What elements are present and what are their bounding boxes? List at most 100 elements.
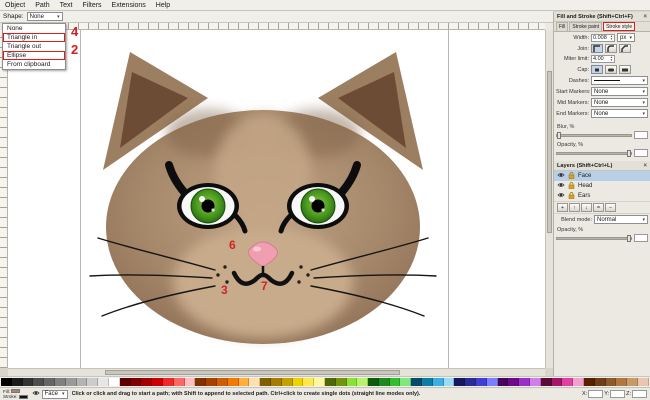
vertical-ruler[interactable] [0, 30, 8, 368]
palette-swatch[interactable] [497, 378, 509, 386]
current-layer-select[interactable]: Face ▾ [41, 389, 68, 399]
palette-swatch[interactable] [335, 378, 347, 386]
duplicate-layer-button[interactable]: = [593, 203, 604, 212]
palette-swatch[interactable] [314, 378, 325, 386]
join-miter-button[interactable] [591, 44, 603, 53]
blur-slider[interactable] [556, 131, 632, 139]
palette-swatch[interactable] [108, 378, 120, 386]
palette-swatch[interactable] [584, 378, 595, 386]
palette-swatch[interactable] [508, 378, 520, 386]
menu-path[interactable]: Path [35, 2, 49, 9]
palette-swatch[interactable] [465, 378, 477, 386]
layer-row-ears[interactable]: Ears [554, 191, 650, 201]
palette-swatch[interactable] [422, 378, 433, 386]
eye-icon[interactable] [31, 390, 40, 398]
palette-swatch[interactable] [184, 378, 196, 386]
palette-swatch[interactable] [594, 378, 606, 386]
palette-swatch[interactable] [573, 378, 585, 386]
width-spinbox[interactable]: 0.008 ▲ ▼ [591, 33, 615, 42]
spinner-arrows-icon[interactable]: ▲ ▼ [610, 35, 613, 40]
layer-row-head[interactable]: Head [554, 181, 650, 191]
width-unit-select[interactable]: px ▾ [617, 33, 635, 42]
menu-help[interactable]: Help [156, 2, 170, 9]
horizontal-scrollbar[interactable] [8, 368, 545, 376]
mid-markers-select[interactable]: None ▾ [591, 98, 648, 107]
palette-swatch[interactable] [551, 378, 563, 386]
palette-swatch[interactable] [216, 378, 228, 386]
delete-layer-button[interactable]: − [605, 203, 616, 212]
blend-mode-select[interactable]: Normal ▾ [594, 215, 648, 224]
palette-swatch[interactable] [98, 378, 109, 386]
palette-swatch[interactable] [411, 378, 423, 386]
layers-opacity-slider-thumb[interactable] [627, 234, 631, 242]
palette-swatch[interactable] [119, 378, 131, 386]
eye-icon[interactable] [557, 172, 565, 180]
palette-swatch[interactable] [206, 378, 217, 386]
fs-opacity-slider-thumb[interactable] [627, 149, 631, 157]
fill-color-swatch[interactable] [11, 389, 21, 394]
horizontal-scrollbar-thumb[interactable] [104, 370, 400, 375]
palette-swatch[interactable] [173, 378, 185, 386]
menu-item-ellipse[interactable]: Ellipse [3, 51, 65, 60]
lock-icon[interactable] [568, 191, 575, 201]
palette-swatch[interactable] [324, 378, 336, 386]
menu-item-none[interactable]: None [3, 24, 65, 33]
palette-swatch[interactable] [249, 378, 261, 386]
palette-swatch[interactable] [65, 378, 77, 386]
menu-text[interactable]: Text [60, 2, 73, 9]
fs-opacity-value-box[interactable] [634, 149, 648, 157]
cap-round-button[interactable] [605, 65, 617, 74]
close-icon[interactable]: × [643, 14, 647, 20]
add-layer-button[interactable]: + [557, 203, 568, 212]
palette-swatch[interactable] [195, 378, 207, 386]
palette-swatch[interactable] [270, 378, 282, 386]
lock-icon[interactable] [568, 181, 575, 191]
blur-value-box[interactable] [634, 131, 648, 139]
palette-swatch[interactable] [1, 378, 12, 386]
palette-swatch[interactable] [378, 378, 390, 386]
palette-swatch[interactable] [368, 378, 379, 386]
join-bevel-button[interactable] [619, 44, 631, 53]
layer-row-face[interactable]: Face [554, 171, 650, 181]
palette-swatch[interactable] [627, 378, 639, 386]
shape-select[interactable]: None ▾ [26, 12, 63, 21]
palette-swatch[interactable] [476, 378, 487, 386]
palette-swatch[interactable] [638, 378, 649, 386]
palette-swatch[interactable] [141, 378, 153, 386]
vertical-scrollbar-thumb[interactable] [547, 70, 552, 233]
tab-stroke-paint[interactable]: Stroke paint [569, 22, 603, 31]
palette-swatch[interactable] [227, 378, 239, 386]
stroke-color-swatch[interactable] [18, 394, 28, 399]
palette-swatch[interactable] [54, 378, 66, 386]
palette-swatch[interactable] [389, 378, 401, 386]
miter-limit-spinbox[interactable]: 4.00 ▲ ▼ [591, 55, 615, 63]
palette-swatch[interactable] [162, 378, 174, 386]
menu-object[interactable]: Object [5, 2, 25, 9]
eye-icon[interactable] [557, 182, 565, 190]
tab-stroke-style[interactable]: Stroke style [603, 22, 636, 31]
palette-swatch[interactable] [152, 378, 163, 386]
menu-item-triangle-out[interactable]: Triangle out [3, 42, 65, 51]
palette-swatch[interactable] [486, 378, 498, 386]
menu-item-triangle-in[interactable]: Triangle in [3, 33, 65, 42]
palette-swatch[interactable] [454, 378, 466, 386]
fs-opacity-slider[interactable] [556, 149, 632, 157]
cap-butt-button[interactable] [591, 65, 603, 74]
palette-swatch[interactable] [33, 378, 45, 386]
horizontal-ruler[interactable] [8, 23, 545, 30]
vertical-scrollbar[interactable] [545, 30, 553, 368]
lower-layer-button[interactable]: ↓ [581, 203, 592, 212]
join-round-button[interactable] [605, 44, 617, 53]
eye-icon[interactable] [557, 192, 565, 200]
palette-swatch[interactable] [238, 378, 250, 386]
lock-icon[interactable] [568, 171, 575, 181]
menu-item-from-clipboard[interactable]: From clipboard [3, 60, 65, 69]
palette-swatch[interactable] [22, 378, 34, 386]
layers-opacity-slider[interactable] [556, 234, 632, 242]
palette-swatch[interactable] [562, 378, 574, 386]
palette-swatch[interactable] [44, 378, 55, 386]
palette-swatch[interactable] [281, 378, 293, 386]
palette-swatch[interactable] [260, 378, 271, 386]
palette-swatch[interactable] [400, 378, 412, 386]
zoom-box[interactable] [632, 390, 647, 398]
